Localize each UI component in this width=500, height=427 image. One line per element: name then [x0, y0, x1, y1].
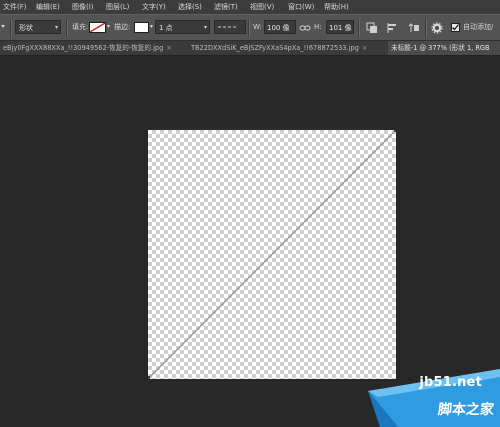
chevron-down-icon: ▾ — [54, 24, 58, 31]
stroke-swatch[interactable] — [134, 22, 149, 33]
chevron-down-icon: ▾ — [203, 24, 207, 31]
line-shape[interactable] — [148, 130, 396, 379]
close-icon[interactable]: × — [362, 44, 368, 52]
stroke-arrow-icon[interactable]: ▾ — [150, 20, 153, 34]
fill-swatch[interactable] — [89, 22, 106, 33]
tool-mode-dropdown[interactable]: 形状 ▾ — [15, 20, 61, 34]
site-watermark: jb51.net 脚本之家 — [350, 363, 500, 427]
menu-file[interactable]: 文件(F) — [3, 0, 27, 14]
menu-type[interactable]: 文字(Y) — [142, 0, 166, 14]
stroke-width-value: 1 点 — [159, 24, 173, 32]
menu-select[interactable]: 选择(S) — [178, 0, 202, 14]
separator — [10, 19, 12, 37]
fill-label: 填充: — [72, 23, 89, 31]
menu-image[interactable]: 图像(I) — [72, 0, 94, 14]
anchor-point[interactable] — [148, 376, 150, 379]
watermark-url: jb51.net — [419, 375, 482, 390]
menu-help[interactable]: 帮助(H) — [324, 0, 349, 14]
tool-options-bar: 形状 ▾ 填充: ▾ 描边: ▾ 1 点 ▾ W: 100 像 H: 101 像… — [0, 14, 500, 41]
document-tab-bar: eBjy0FgXXX88XXa_!!30949562-恢复的-恢复的.jpg × … — [0, 41, 500, 56]
width-label: W: — [253, 23, 262, 31]
tool-mode-value: 形状 — [19, 24, 33, 32]
menu-bar: 文件(F) 编辑(E) 图像(I) 图层(L) 文字(Y) 选择(S) 滤镜(T… — [0, 0, 500, 14]
separator — [358, 19, 360, 37]
separator — [425, 19, 427, 37]
tab-title: TB22DXXdSiK_eBjSZFyXXaS4pXa_!!678872533.… — [191, 44, 359, 52]
stroke-type-dropdown[interactable] — [214, 20, 246, 34]
separator — [66, 19, 68, 37]
width-field[interactable]: 100 像 — [264, 20, 296, 34]
height-field[interactable]: 101 像 — [326, 20, 354, 34]
close-icon[interactable]: × — [166, 44, 172, 52]
separator — [248, 19, 250, 37]
anchor-point[interactable] — [394, 130, 396, 132]
tab-document-2[interactable]: TB22DXXdSiK_eBjSZFyXXaS4pXa_!!678872533.… — [188, 41, 385, 55]
path-arrangement-icon[interactable] — [408, 22, 420, 34]
auto-add-label: 自动添加/ — [463, 23, 494, 31]
fill-arrow-icon[interactable]: ▾ — [107, 20, 110, 34]
tab-title: 未标题-1 @ 377% (形状 1, RGB — [391, 44, 490, 52]
tab-document-1[interactable]: eBjy0FgXXX88XXa_!!30949562-恢复的-恢复的.jpg × — [0, 41, 185, 55]
menu-edit[interactable]: 编辑(E) — [36, 0, 60, 14]
tab-document-active[interactable]: 未标题-1 @ 377% (形状 1, RGB — [388, 41, 500, 55]
transparent-canvas[interactable] — [148, 130, 396, 379]
dashed-line-icon — [218, 26, 238, 28]
stroke-label: 描边: — [114, 23, 131, 31]
height-label: H: — [314, 23, 322, 31]
menu-layer[interactable]: 图层(L) — [106, 0, 129, 14]
gear-icon[interactable] — [431, 22, 443, 34]
watermark-site-name: 脚本之家 — [437, 402, 495, 418]
link-icon[interactable] — [299, 22, 311, 34]
stroke-width-dropdown[interactable]: 1 点 ▾ — [155, 20, 210, 34]
path-alignment-icon[interactable] — [387, 22, 399, 34]
path-operations-icon[interactable] — [366, 22, 378, 34]
auto-add-checkbox[interactable] — [451, 23, 460, 32]
menu-filter[interactable]: 滤镜(T) — [214, 0, 238, 14]
tool-preset-arrow-icon[interactable] — [0, 20, 8, 34]
menu-window[interactable]: 窗口(W) — [288, 0, 314, 14]
menu-view[interactable]: 视图(V) — [250, 0, 274, 14]
tab-title: eBjy0FgXXX88XXa_!!30949562-恢复的-恢复的.jpg — [3, 44, 164, 52]
